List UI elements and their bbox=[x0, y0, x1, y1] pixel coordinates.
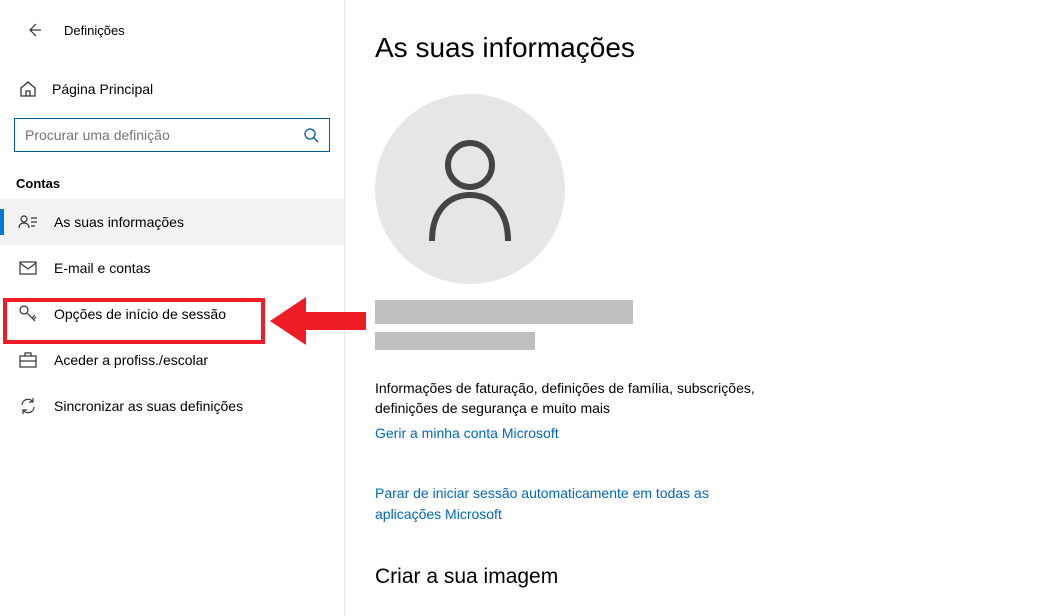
sidebar-item-signin-options[interactable]: Opções de início de sessão bbox=[0, 291, 344, 337]
section-title: Contas bbox=[0, 152, 344, 199]
stop-auto-signin-link[interactable]: Parar de iniciar sessão automaticamente … bbox=[375, 483, 775, 525]
sidebar-item-label: As suas informações bbox=[54, 214, 184, 230]
search-input[interactable] bbox=[25, 127, 303, 143]
briefcase-icon bbox=[18, 350, 38, 370]
redacted-email bbox=[375, 332, 535, 350]
sidebar-item-label: E-mail e contas bbox=[54, 260, 150, 276]
redacted-name bbox=[375, 300, 633, 324]
key-icon bbox=[18, 304, 38, 324]
sidebar-item-your-info[interactable]: As suas informações bbox=[0, 199, 344, 245]
back-button[interactable] bbox=[22, 18, 46, 42]
sidebar-item-sync-settings[interactable]: Sincronizar as suas definições bbox=[0, 383, 344, 429]
sidebar-item-work-school[interactable]: Aceder a profiss./escolar bbox=[0, 337, 344, 383]
page-title: As suas informações bbox=[375, 32, 1024, 64]
home-nav[interactable]: Página Principal bbox=[0, 70, 344, 108]
home-label: Página Principal bbox=[52, 81, 153, 97]
search-icon bbox=[303, 127, 319, 143]
avatar bbox=[375, 94, 565, 284]
sidebar-item-label: Aceder a profiss./escolar bbox=[54, 352, 208, 368]
manage-account-link[interactable]: Gerir a minha conta Microsoft bbox=[375, 425, 559, 441]
billing-info-text: Informações de faturação, definições de … bbox=[375, 378, 815, 419]
sidebar-item-label: Sincronizar as suas definições bbox=[54, 398, 243, 414]
sidebar-item-email-accounts[interactable]: E-mail e contas bbox=[0, 245, 344, 291]
window-title: Definições bbox=[64, 23, 125, 38]
create-image-heading: Criar a sua imagem bbox=[375, 565, 1024, 589]
mail-icon bbox=[18, 258, 38, 278]
person-card-icon bbox=[18, 212, 38, 232]
sidebar-item-label: Opções de início de sessão bbox=[54, 306, 226, 322]
search-box[interactable] bbox=[14, 118, 330, 152]
sync-icon bbox=[18, 396, 38, 416]
home-icon bbox=[18, 79, 38, 99]
